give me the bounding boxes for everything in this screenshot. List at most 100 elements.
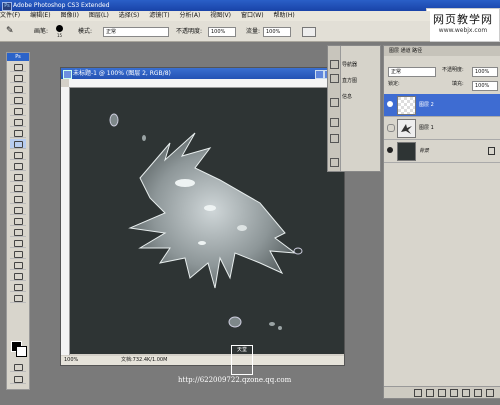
screen-mode-icon[interactable] [10, 374, 26, 384]
type-tool-icon[interactable] [10, 227, 26, 237]
opacity-input[interactable]: 100% [208, 27, 236, 37]
watermark-title: 网页教学网 [433, 13, 493, 26]
lock-icon [488, 147, 495, 155]
dodge-tool-icon[interactable] [10, 205, 26, 215]
layer-row-background[interactable]: 背景 [384, 140, 500, 163]
visibility-eye-icon[interactable] [387, 147, 393, 153]
eraser-tool-icon[interactable] [10, 172, 26, 182]
menu-edit[interactable]: 编辑(E) [30, 12, 50, 19]
layer-opacity-input[interactable]: 100% [472, 67, 498, 77]
panel-icon-strip [328, 46, 341, 171]
document-status-bar: 100% 文档:732.4K/1.00M [61, 356, 344, 365]
document-title-bar[interactable]: 未标题-1 @ 100% (图层 2, RGB/8) × [61, 68, 344, 79]
menu-select[interactable]: 选择(S) [119, 12, 140, 19]
menu-help[interactable]: 帮助(H) [273, 12, 294, 19]
link-layers-icon[interactable] [414, 389, 422, 397]
gradient-tool-icon[interactable] [10, 183, 26, 193]
menu-layer[interactable]: 图层(L) [89, 12, 109, 19]
menu-filter[interactable]: 滤镜(T) [149, 12, 169, 19]
flow-label: 流量: [246, 28, 261, 35]
adjustment-layer-icon[interactable] [450, 389, 458, 397]
tool-presets-icon[interactable] [330, 98, 339, 107]
menu-file[interactable]: 文件(F) [0, 12, 20, 19]
vertical-ruler [61, 87, 70, 355]
layer-row-2[interactable]: 图层 2 [384, 94, 500, 117]
menu-analysis[interactable]: 分析(A) [180, 12, 201, 19]
toolbox: Ps [6, 52, 30, 390]
magic-wand-tool-icon[interactable] [10, 95, 26, 105]
layers-panel-tabs[interactable]: 图层 通道 路径 [384, 46, 500, 56]
layer-row-1[interactable]: 图层 1 [384, 117, 500, 140]
background-color-swatch[interactable] [16, 346, 27, 357]
layer-comps-icon[interactable] [330, 158, 339, 167]
flow-input[interactable]: 100% [263, 27, 291, 37]
document-window: 未标题-1 @ 100% (图层 2, RGB/8) × [60, 67, 345, 366]
layer-name: 图层 1 [419, 125, 434, 131]
slice-tool-icon[interactable] [10, 117, 26, 127]
marquee-tool-icon[interactable] [10, 73, 26, 83]
layer-style-icon[interactable] [426, 389, 434, 397]
delete-layer-icon[interactable] [486, 389, 494, 397]
splash-artwork [109, 113, 303, 330]
airbrush-toggle-icon[interactable] [302, 27, 316, 37]
fill-label: 填充: [452, 81, 464, 87]
menu-view[interactable]: 视图(V) [210, 12, 231, 19]
history-panel-icon[interactable] [330, 60, 339, 69]
title-bar: Ps Adobe Photoshop CS3 Extended [0, 0, 500, 11]
brush-tool-active-icon[interactable] [10, 139, 26, 149]
navigator-label: 导航器 [342, 62, 358, 68]
visibility-eye-icon[interactable] [387, 124, 395, 132]
blend-mode-select[interactable]: 正常 [388, 67, 436, 77]
fill-input[interactable]: 100% [472, 81, 498, 91]
actions-panel-icon[interactable] [330, 74, 339, 83]
lasso-tool-icon[interactable] [10, 84, 26, 94]
character-panel-icon[interactable] [330, 118, 339, 127]
brush-label: 画笔: [34, 28, 49, 35]
zoom-tool-icon[interactable] [10, 293, 26, 303]
clone-stamp-tool-icon[interactable] [10, 150, 26, 160]
paragraph-panel-icon[interactable] [330, 134, 339, 143]
add-mask-icon[interactable] [438, 389, 446, 397]
info-label: 信息 [342, 94, 353, 100]
eyedropper-tool-icon[interactable] [10, 271, 26, 281]
layer-thumbnail [397, 119, 416, 138]
footer-url: http://622009722.qzone.qq.com [178, 376, 292, 384]
site-watermark: 网页教学网 www.webjx.com [426, 8, 500, 42]
new-group-icon[interactable] [462, 389, 470, 397]
layer-thumbnail [397, 142, 416, 161]
path-selection-tool-icon[interactable] [10, 238, 26, 248]
healing-brush-tool-icon[interactable] [10, 128, 26, 138]
hand-tool-icon[interactable] [10, 282, 26, 292]
quick-mask-icon[interactable] [10, 362, 26, 372]
visibility-eye-icon[interactable] [387, 101, 393, 107]
navigator-tab[interactable]: 导航器 [342, 59, 357, 71]
options-bar: ✎ 画笔: 15 模式: 正常 不透明度: 100% 流量: 100% [0, 21, 430, 42]
lock-label: 锁定: [388, 81, 400, 87]
new-layer-icon[interactable] [474, 389, 482, 397]
brush-tool-icon[interactable]: ✎ [6, 26, 14, 36]
shape-tool-icon[interactable] [10, 249, 26, 259]
menu-image[interactable]: 图像(I) [60, 12, 78, 19]
info-tab[interactable]: 信息 [342, 91, 352, 103]
layer-name: 背景 [419, 148, 430, 154]
mode-select[interactable]: 正常 [103, 27, 169, 37]
horizontal-ruler [69, 79, 344, 88]
minimize-icon[interactable] [315, 70, 324, 79]
zoom-level[interactable]: 100% [64, 356, 78, 365]
menu-window[interactable]: 窗口(W) [241, 12, 264, 19]
crop-tool-icon[interactable] [10, 106, 26, 116]
notes-tool-icon[interactable] [10, 260, 26, 270]
brush-preset-icon[interactable] [56, 25, 63, 32]
histogram-tab[interactable]: 直方图 [342, 75, 357, 87]
menu-bar: 文件(F) 编辑(E) 图像(I) 图层(L) 选择(S) 滤镜(T) 分析(A… [0, 11, 430, 21]
app-title: Adobe Photoshop CS3 Extended [13, 2, 110, 9]
histogram-label: 直方图 [342, 78, 358, 84]
image-canvas[interactable] [70, 88, 344, 354]
pen-tool-icon[interactable] [10, 216, 26, 226]
history-brush-tool-icon[interactable] [10, 161, 26, 171]
layer-name: 图层 2 [419, 102, 434, 108]
blur-tool-icon[interactable] [10, 194, 26, 204]
watermark-url: www.webjx.com [438, 27, 488, 34]
move-tool-icon[interactable] [10, 62, 26, 72]
opacity-label: 不透明度: [176, 28, 203, 35]
